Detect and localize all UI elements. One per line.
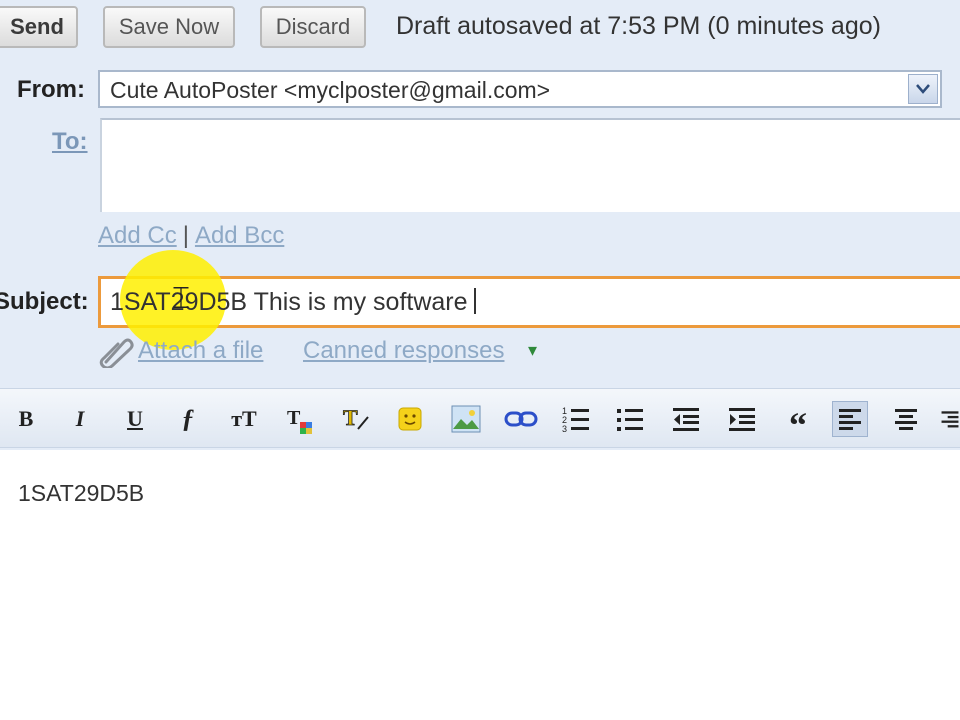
add-bcc-link[interactable]: Add Bcc <box>195 222 284 249</box>
from-value: Cute AutoPoster <myclposter@gmail.com> <box>110 77 551 103</box>
align-center-icon[interactable] <box>888 401 924 437</box>
svg-text:T: T <box>343 405 358 430</box>
emoticon-icon[interactable] <box>392 401 428 437</box>
paperclip-icon <box>99 338 134 368</box>
cc-separator: | <box>182 222 189 249</box>
discard-button[interactable]: Discard <box>260 6 366 48</box>
link-icon[interactable] <box>503 401 539 437</box>
autosave-status: Draft autosaved at 7:53 PM (0 minutes ag… <box>396 12 881 40</box>
attach-file-link[interactable]: Attach a file <box>138 337 263 365</box>
highlight-color-icon[interactable]: T <box>338 401 374 437</box>
italic-button[interactable]: I <box>62 401 98 437</box>
svg-text:T: T <box>287 407 301 429</box>
canned-responses-link[interactable]: Canned responses <box>303 337 504 365</box>
svg-text:3: 3 <box>562 424 567 434</box>
subject-value: 1SAT29D5B This is my software <box>110 288 476 317</box>
to-link[interactable]: To: <box>52 128 88 156</box>
numbered-list-icon[interactable]: 1 2 3 <box>558 401 594 437</box>
cc-bcc-links: Add Cc | Add Bcc <box>98 222 284 250</box>
text-color-icon[interactable]: T <box>282 401 318 437</box>
increase-indent-icon[interactable] <box>724 401 760 437</box>
formatting-toolbar: B I U ƒ тT T T 1 2 3 “ <box>0 388 960 448</box>
bulleted-list-icon[interactable] <box>612 401 648 437</box>
align-right-icon[interactable] <box>940 401 960 437</box>
underline-button[interactable]: U <box>117 401 153 437</box>
save-now-button[interactable]: Save Now <box>103 6 235 48</box>
text-caret <box>473 288 476 314</box>
message-body-editor[interactable]: 1SAT29D5B <box>0 450 960 720</box>
to-field[interactable] <box>100 118 960 212</box>
send-button[interactable]: Send <box>0 6 78 48</box>
subject-label: Subject: <box>0 288 89 315</box>
chevron-down-icon[interactable] <box>908 74 938 104</box>
align-left-icon[interactable] <box>832 401 868 437</box>
insert-image-icon[interactable] <box>448 401 484 437</box>
add-cc-link[interactable]: Add Cc <box>98 222 177 249</box>
from-label: From: <box>17 76 85 103</box>
font-button[interactable]: ƒ <box>170 401 206 437</box>
from-select[interactable]: Cute AutoPoster <myclposter@gmail.com> <box>98 70 942 108</box>
bold-button[interactable]: B <box>8 401 44 437</box>
text-size-button[interactable]: тT <box>226 401 262 437</box>
dropdown-arrow-icon[interactable]: ▾ <box>528 340 537 361</box>
message-body-text: 1SAT29D5B <box>18 480 145 506</box>
ibeam-cursor-icon: ⌶ <box>172 282 190 315</box>
decrease-indent-icon[interactable] <box>668 401 704 437</box>
quote-button[interactable]: “ <box>780 401 816 445</box>
